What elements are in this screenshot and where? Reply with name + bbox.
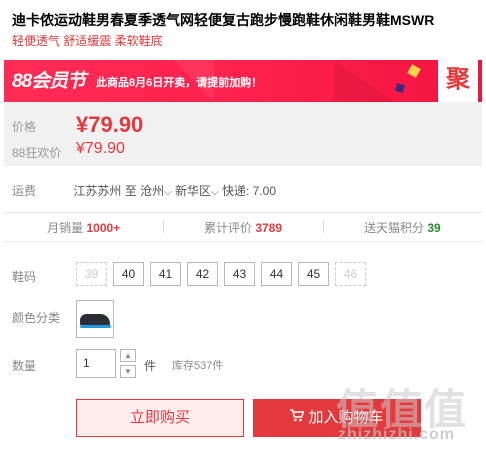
city-value: 沧州: [140, 184, 165, 198]
price-label: 价格: [12, 120, 37, 134]
quantity-unit: 件: [144, 359, 157, 373]
promo-price-label: 88狂欢价: [12, 146, 62, 160]
tmall-points: 送天猫积分 39: [322, 219, 482, 236]
size-label: 鞋码: [12, 270, 37, 284]
banner-decoration: [334, 60, 394, 102]
ship-to-word: 至: [124, 184, 137, 198]
shipping-row: 运费 江苏苏州 至 沧州⌵ 新华区⌵ 快递: 7.00: [12, 182, 276, 199]
tmall-points-label: 送天猫积分: [363, 220, 424, 235]
color-label: 颜色分类: [12, 311, 61, 325]
quantity-input[interactable]: 1: [76, 349, 116, 378]
banner-confetti: [407, 64, 421, 78]
juhuasuan-badge: 聚: [438, 60, 478, 102]
member-festival-logo: 88会员节: [12, 71, 86, 92]
add-to-cart-button[interactable]: 加入购物车: [253, 399, 421, 437]
quantity-decrease-button[interactable]: ▼: [120, 365, 136, 378]
size-option-41[interactable]: 41: [150, 262, 181, 286]
price-value: ¥79.90: [76, 112, 144, 137]
quantity-increase-button[interactable]: ▲: [120, 349, 136, 362]
product-title: 迪卡侬运动鞋男春夏季透气网轻便复古跑步慢跑鞋休闲鞋男鞋MSWR: [12, 12, 435, 28]
chevron-down-icon: ⌵: [164, 187, 172, 198]
add-to-cart-label: 加入购物车: [308, 409, 384, 426]
product-subtitle: 轻便透气 舒适缓震 柔软鞋底: [12, 34, 163, 48]
size-option-43[interactable]: 43: [224, 262, 255, 286]
size-option-39: 39: [76, 262, 107, 286]
buy-now-button[interactable]: 立即购买: [76, 399, 244, 437]
shoe-sole-stripe: [80, 325, 111, 328]
tmall-points-value: 39: [427, 220, 441, 235]
size-option-45[interactable]: 45: [298, 262, 329, 286]
color-swatch-shoe[interactable]: [76, 300, 114, 338]
district-value: 新华区: [175, 184, 212, 198]
district-select[interactable]: 新华区⌵: [175, 184, 219, 198]
stats-bar: 月销量 1000+ 累计评价 3789 送天猫积分 39: [4, 212, 482, 242]
size-options: 39 40 41 42 43 44 45 46: [76, 262, 372, 286]
review-count-value: 3789: [255, 220, 283, 235]
stock-count: 库存537件: [172, 360, 224, 372]
monthly-sales-label: 月销量: [47, 220, 84, 235]
monthly-sales-value: 1000+: [86, 220, 121, 235]
size-option-40[interactable]: 40: [113, 262, 144, 286]
size-option-44[interactable]: 44: [261, 262, 292, 286]
review-count-label: 累计评价: [203, 220, 252, 235]
monthly-sales: 月销量 1000+: [4, 219, 163, 236]
price-panel: 价格 ¥79.90 88狂欢价 ¥79.90: [4, 102, 482, 166]
size-option-46: 46: [335, 262, 366, 286]
promo-banner[interactable]: 88会员节 此商品8月6日开卖，请提前加购！ 聚: [4, 60, 482, 102]
chevron-down-icon: ⌵: [211, 187, 219, 198]
ship-from: 江苏苏州: [73, 184, 122, 198]
city-select[interactable]: 沧州⌵: [140, 184, 172, 198]
presale-notice: 此商品8月6日开卖，请提前加购！: [96, 77, 263, 89]
review-count[interactable]: 累计评价 3789: [163, 219, 322, 236]
promo-price-value: ¥79.90: [76, 140, 125, 157]
quantity-label: 数量: [12, 359, 37, 373]
size-option-42[interactable]: 42: [187, 262, 218, 286]
cart-icon: [290, 399, 306, 437]
shipping-label: 运费: [12, 184, 37, 198]
banner-confetti: [394, 82, 406, 94]
shipping-fee: 快递: 7.00: [221, 184, 276, 198]
